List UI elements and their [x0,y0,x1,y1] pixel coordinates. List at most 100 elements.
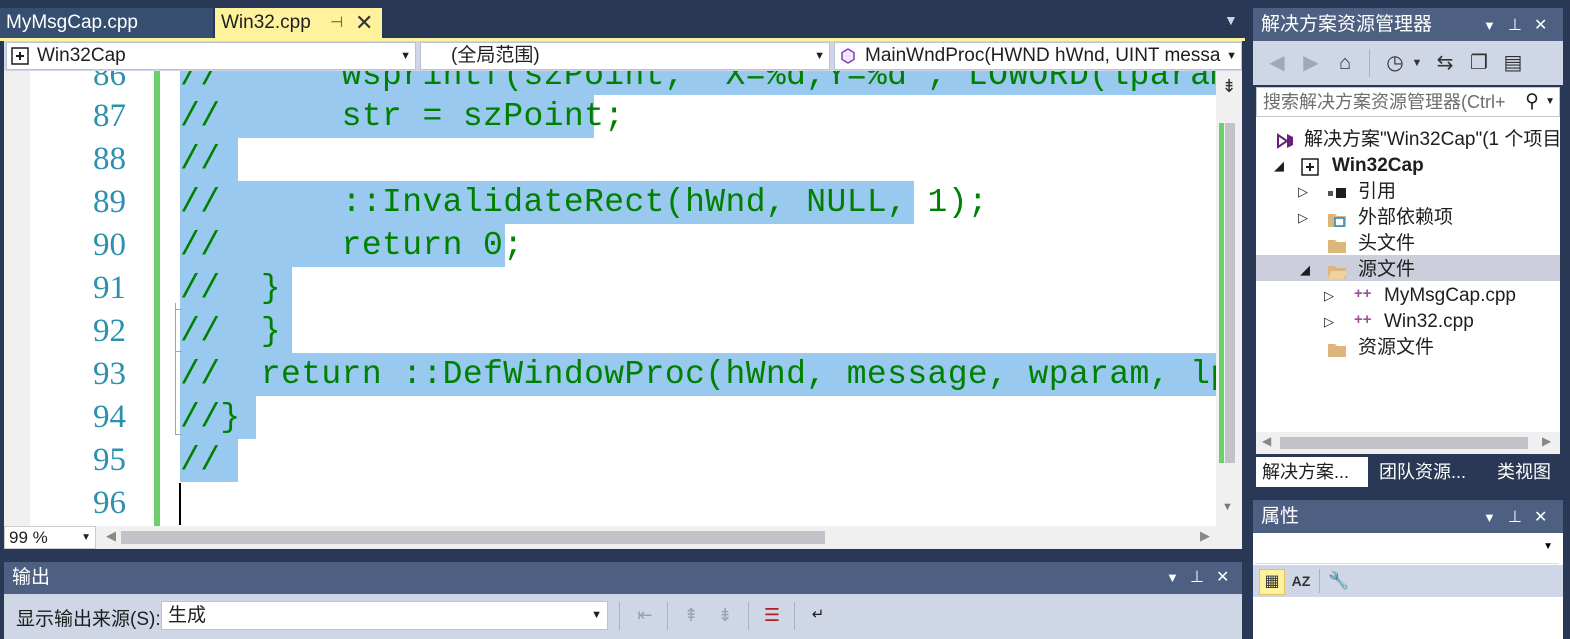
panel-menu-icon[interactable]: ▼ [1483,9,1496,42]
collapsed-triangle-icon[interactable]: ▷ [1324,288,1334,304]
toolbar-separator [667,602,668,630]
tab-team-explorer[interactable]: 团队资源... [1379,457,1489,487]
code-line[interactable]: //} [180,399,241,436]
pin-icon[interactable]: ⊥ [1508,9,1522,42]
close-icon[interactable]: ✕ [1534,501,1547,534]
project-icon [11,47,29,65]
tree-item-source-files[interactable]: 源文件 [1358,257,1415,283]
tree-item-project[interactable]: Win32Cap [1332,153,1424,179]
chevron-down-icon: ▼ [591,609,602,621]
back-icon[interactable]: ◀ [1265,51,1289,75]
code-line[interactable]: // wsprintf(szPoint, "X=%d,Y=%d", LOWORD… [180,71,1242,94]
cpp-file-icon: ++ [1354,311,1372,328]
solution-explorer-toolbar: ◀ ▶ ⌂ ◷ ▼ ⇆ ❐ ▤ [1253,41,1563,85]
close-icon[interactable]: ✕ [1216,562,1229,594]
code-editor[interactable]: 86 87 88 89 90 91 92 93 94 95 96 // wspr… [4,71,1242,526]
search-placeholder: 搜索解决方案资源管理器(Ctrl+ [1263,92,1506,112]
tab-solution-explorer[interactable]: 解决方案... [1256,457,1368,487]
chevron-down-icon[interactable]: ▼ [1405,51,1429,75]
expanded-triangle-icon[interactable]: ◢ [1300,262,1310,278]
solution-icon [1277,133,1293,149]
output-toolbar: 显示输出来源(S): 生成 ▼ ⇤ ⇞ ⇟ ☰ ↵ [4,594,1242,639]
line-number: 88 [93,141,126,177]
chevron-down-icon[interactable]: ▼ [1545,88,1555,116]
tab-mymsgcap[interactable]: MyMsgCap.cpp [0,8,213,38]
scroll-left-icon[interactable]: ◀ [106,528,116,544]
panel-menu-icon[interactable]: ▼ [1166,562,1179,594]
scroll-right-icon[interactable]: ▶ [1200,528,1210,544]
tree-item-win32[interactable]: Win32.cpp [1384,309,1474,335]
tree-item-solution[interactable]: 解决方案"Win32Cap"(1 个项目) [1304,127,1560,153]
expanded-triangle-icon[interactable]: ◢ [1274,158,1284,174]
property-pages-icon[interactable]: 🔧 [1327,569,1351,593]
solution-tree[interactable]: 解决方案"Win32Cap"(1 个项目) ◢ Win32Cap ▷ 引用 ▷ … [1256,117,1560,432]
editor-vertical-scrollbar[interactable]: ⇟ ▼ [1216,71,1242,526]
scope-combo[interactable]: (全局范围) ▼ [420,42,830,70]
find-message-icon[interactable]: ⇤ [633,603,657,627]
chevron-down-icon: ▼ [814,50,825,62]
clear-all-icon[interactable]: ☰ [760,603,784,627]
scrollbar-thumb[interactable] [1280,437,1528,449]
pending-changes-icon[interactable]: ◷ [1383,51,1407,75]
collapsed-triangle-icon[interactable]: ▷ [1298,184,1308,200]
chevron-down-icon: ▼ [1226,50,1237,62]
properties-header: 属性 ▼ ⊥ ✕ [1253,500,1563,533]
alphabetical-icon[interactable]: AZ [1289,569,1313,593]
close-icon[interactable]: ✕ [1534,9,1547,42]
code-line[interactable]: // return ::DefWindowProc(hWnd, message,… [180,356,1242,393]
scope-combo-value: (全局范围) [451,45,540,66]
solution-tree-hscrollbar[interactable]: ◀ ▶ [1256,432,1560,454]
zoom-combo[interactable]: 99 % ▼ [4,526,96,549]
tree-item-references[interactable]: 引用 [1358,179,1396,205]
scroll-right-icon[interactable]: ▶ [1542,434,1551,448]
tab-list-dropdown-icon[interactable]: ▼ [1224,12,1238,28]
collapsed-triangle-icon[interactable]: ▷ [1298,210,1308,226]
member-combo-value: MainWndProc(HWND hWnd, UINT messa [865,45,1221,66]
project-combo[interactable]: Win32Cap ▼ [6,42,416,70]
collapse-all-icon[interactable]: ❐ [1467,51,1491,75]
word-wrap-icon[interactable]: ↵ [806,603,830,627]
code-line[interactable]: // [180,141,220,178]
tree-item-mymsgcap[interactable]: MyMsgCap.cpp [1384,283,1516,309]
tab-win32[interactable]: Win32.cpp ⊣ ✕ [215,8,382,38]
properties-object-combo[interactable]: ▼ [1255,535,1559,564]
scrollbar-thumb[interactable] [1225,123,1235,463]
toolbar-separator [794,602,795,630]
search-icon[interactable]: ⚲ [1525,88,1539,116]
tab-label: 类视图 [1497,462,1551,482]
output-source-select[interactable]: 生成 ▼ [161,601,608,630]
tab-class-view[interactable]: 类视图 [1497,457,1561,487]
pin-icon[interactable]: ⊣ [330,8,343,38]
close-icon[interactable]: ✕ [355,8,373,38]
panel-menu-icon[interactable]: ▼ [1483,501,1496,534]
forward-icon[interactable]: ▶ [1299,51,1323,75]
scroll-left-icon[interactable]: ◀ [1262,434,1271,448]
previous-message-icon[interactable]: ⇞ [679,603,703,627]
line-number: 94 [93,399,126,435]
output-panel-title: 输出 [12,567,51,588]
code-line[interactable]: // } [180,313,281,350]
collapsed-triangle-icon[interactable]: ▷ [1324,314,1334,330]
categorized-icon[interactable]: ▦ [1259,569,1285,595]
folder-icon [1328,344,1346,357]
properties-icon[interactable]: ▤ [1501,51,1525,75]
tree-item-header-files[interactable]: 头文件 [1358,231,1415,257]
pin-icon[interactable]: ⊥ [1508,501,1522,534]
solution-search-input[interactable]: 搜索解决方案资源管理器(Ctrl+ ⚲ ▼ [1256,87,1560,117]
code-line[interactable]: // } [180,270,281,307]
scroll-down-icon[interactable]: ▼ [1222,501,1233,513]
sync-icon[interactable]: ⇆ [1433,51,1457,75]
project-icon [1301,158,1319,176]
split-window-icon[interactable]: ⇟ [1218,75,1240,97]
home-icon[interactable]: ⌂ [1333,51,1357,75]
pin-icon[interactable]: ⊥ [1190,562,1204,594]
member-combo[interactable]: MainWndProc(HWND hWnd, UINT messa ▼ [834,42,1242,70]
horizontal-scrollbar-thumb[interactable] [121,531,825,544]
tree-item-external-deps[interactable]: 外部依赖项 [1358,205,1453,231]
code-line[interactable]: // str = szPoint; [180,98,624,135]
code-line[interactable]: // return 0; [180,227,523,264]
code-line[interactable]: // ::InvalidateRect(hWnd, NULL, 1); [180,184,988,221]
next-message-icon[interactable]: ⇟ [713,603,737,627]
tree-item-resource-files[interactable]: 资源文件 [1358,335,1434,361]
code-line[interactable]: // [180,442,220,479]
